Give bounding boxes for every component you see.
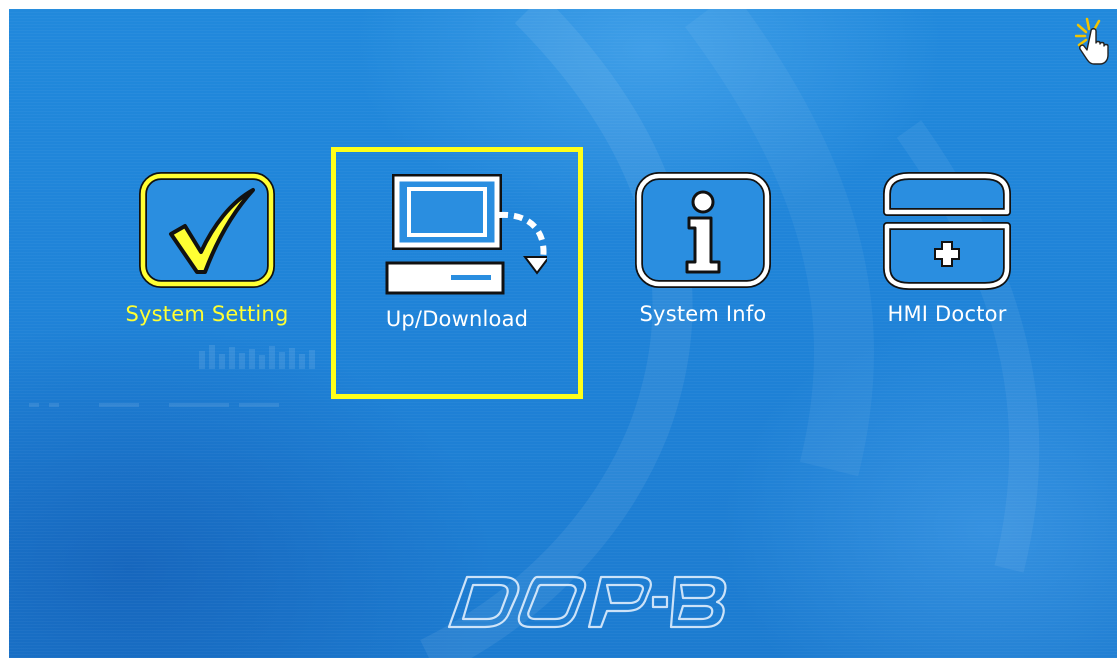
menu-item-up-download[interactable]: Up/Download (331, 147, 583, 399)
menu-item-label: System Setting (125, 302, 289, 326)
pointer-hand-click-icon (1075, 17, 1109, 65)
menu-item-label: Up/Download (385, 307, 529, 331)
menu-item-label: HMI Doctor (887, 302, 1007, 326)
menu-item-system-setting[interactable]: System Setting (107, 172, 307, 326)
menu-item-hmi-doctor[interactable]: HMI Doctor (847, 172, 1047, 326)
info-icon (635, 172, 771, 288)
menu-item-system-info[interactable]: System Info (603, 172, 803, 326)
brand-logo (447, 575, 727, 629)
checkmark-icon (139, 172, 275, 288)
medical-kit-icon (883, 172, 1011, 290)
menu-item-label: System Info (639, 302, 767, 326)
hmi-screen: System Setting Up/Download System Info H… (0, 0, 1119, 661)
computer-download-icon (385, 174, 547, 295)
